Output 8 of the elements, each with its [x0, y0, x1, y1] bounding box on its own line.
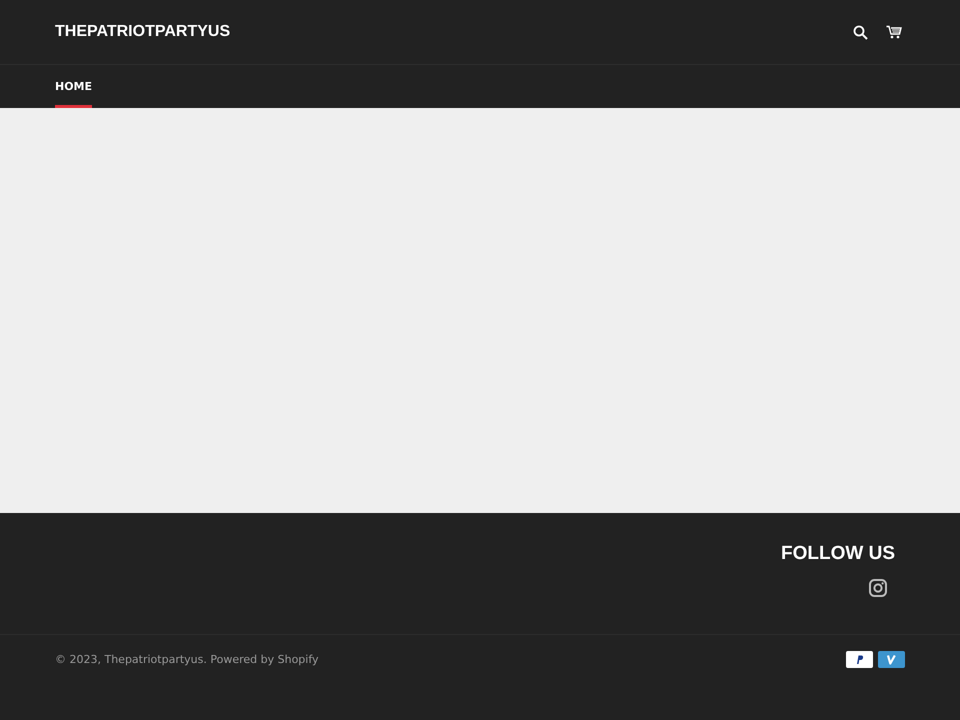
payment-card-icon	[878, 651, 905, 668]
cart-icon[interactable]	[886, 25, 902, 39]
payment-card-icon	[846, 651, 873, 668]
store-logo[interactable]: THEPATRIOTPARTYUS	[55, 23, 230, 41]
instagram-icon[interactable]	[869, 579, 887, 597]
search-icon[interactable]	[853, 24, 868, 40]
copyright-text: © 2023, Thepatriotpartyus. Powered by Shopify	[55, 653, 319, 666]
footer-heading: FOLLOW US	[781, 543, 895, 565]
